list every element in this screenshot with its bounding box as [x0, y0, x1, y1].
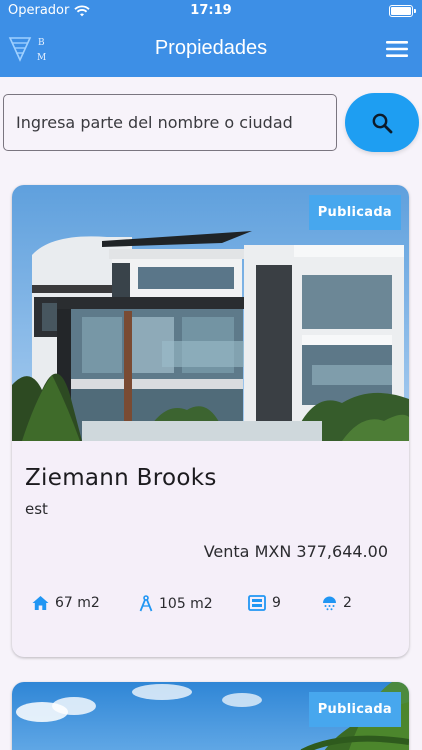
search-input[interactable] [16, 113, 336, 132]
status-time: 17:19 [190, 3, 232, 18]
rooms-icon [248, 595, 266, 611]
property-subtitle: est [25, 500, 48, 518]
home-icon [32, 596, 49, 610]
status-badge: Publicada [308, 692, 401, 727]
battery-icon [389, 5, 416, 17]
feature-rooms: 9 [248, 595, 281, 611]
land-area-value: 105 m2 [159, 595, 213, 612]
property-price: Venta MXN 377,644.00 [203, 542, 388, 561]
property-card[interactable]: Publicada Ziemann Brooks est Venta MXN 3… [12, 185, 409, 657]
shower-icon [323, 596, 336, 611]
baths-value: 2 [343, 595, 352, 611]
feature-baths: 2 [322, 595, 352, 611]
status-badge: Publicada [308, 195, 401, 230]
app-bar: B M Propiedades [0, 22, 422, 77]
built-area-value: 67 m2 [55, 595, 100, 611]
search-field[interactable] [3, 94, 337, 151]
search-button[interactable] [345, 93, 419, 152]
compass-icon [139, 595, 153, 612]
status-bar: Operador 17:19 [0, 0, 422, 22]
search-icon [372, 113, 393, 133]
property-name: Ziemann Brooks [25, 465, 217, 491]
rooms-value: 9 [272, 595, 281, 611]
menu-icon[interactable] [386, 40, 408, 58]
property-card[interactable]: Publicada [12, 682, 409, 750]
feature-built-area: 67 m2 [32, 595, 100, 611]
page-title: Propiedades [154, 37, 268, 59]
battery-fill [391, 7, 411, 15]
property-features: 67 m2 105 m2 9 2 [12, 595, 409, 619]
feature-land-area: 105 m2 [139, 595, 213, 612]
